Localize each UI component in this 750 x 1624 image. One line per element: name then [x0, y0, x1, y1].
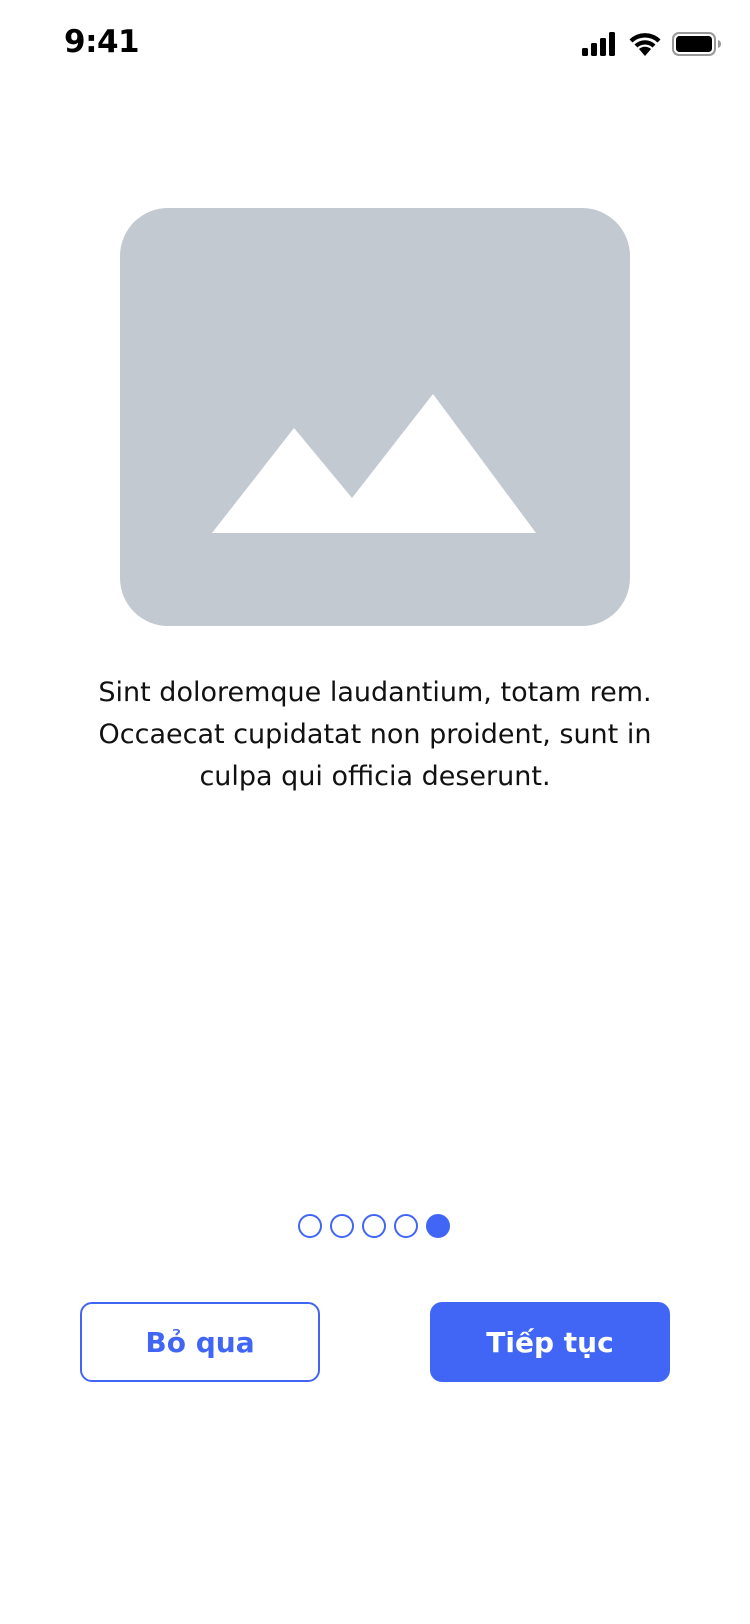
status-time: 9:41	[64, 24, 140, 60]
page-dot-active[interactable]	[426, 1214, 450, 1238]
page-dot[interactable]	[330, 1214, 354, 1238]
page-dot[interactable]	[394, 1214, 418, 1238]
hero-image-placeholder	[120, 208, 630, 626]
onboarding-screen: 9:41 Sint doloremque laudantium, totam r…	[0, 0, 750, 1624]
page-dot[interactable]	[298, 1214, 322, 1238]
battery-icon	[672, 32, 722, 56]
onboarding-description: Sint doloremque laudantium, totam rem. O…	[98, 677, 652, 792]
page-dot[interactable]	[362, 1214, 386, 1238]
skip-button[interactable]: Bỏ qua	[80, 1302, 320, 1382]
page-indicator	[298, 1214, 450, 1238]
status-icons	[582, 32, 722, 56]
signal-icon	[582, 32, 618, 56]
next-button[interactable]: Tiếp tục	[430, 1302, 670, 1382]
wifi-icon	[628, 32, 662, 56]
